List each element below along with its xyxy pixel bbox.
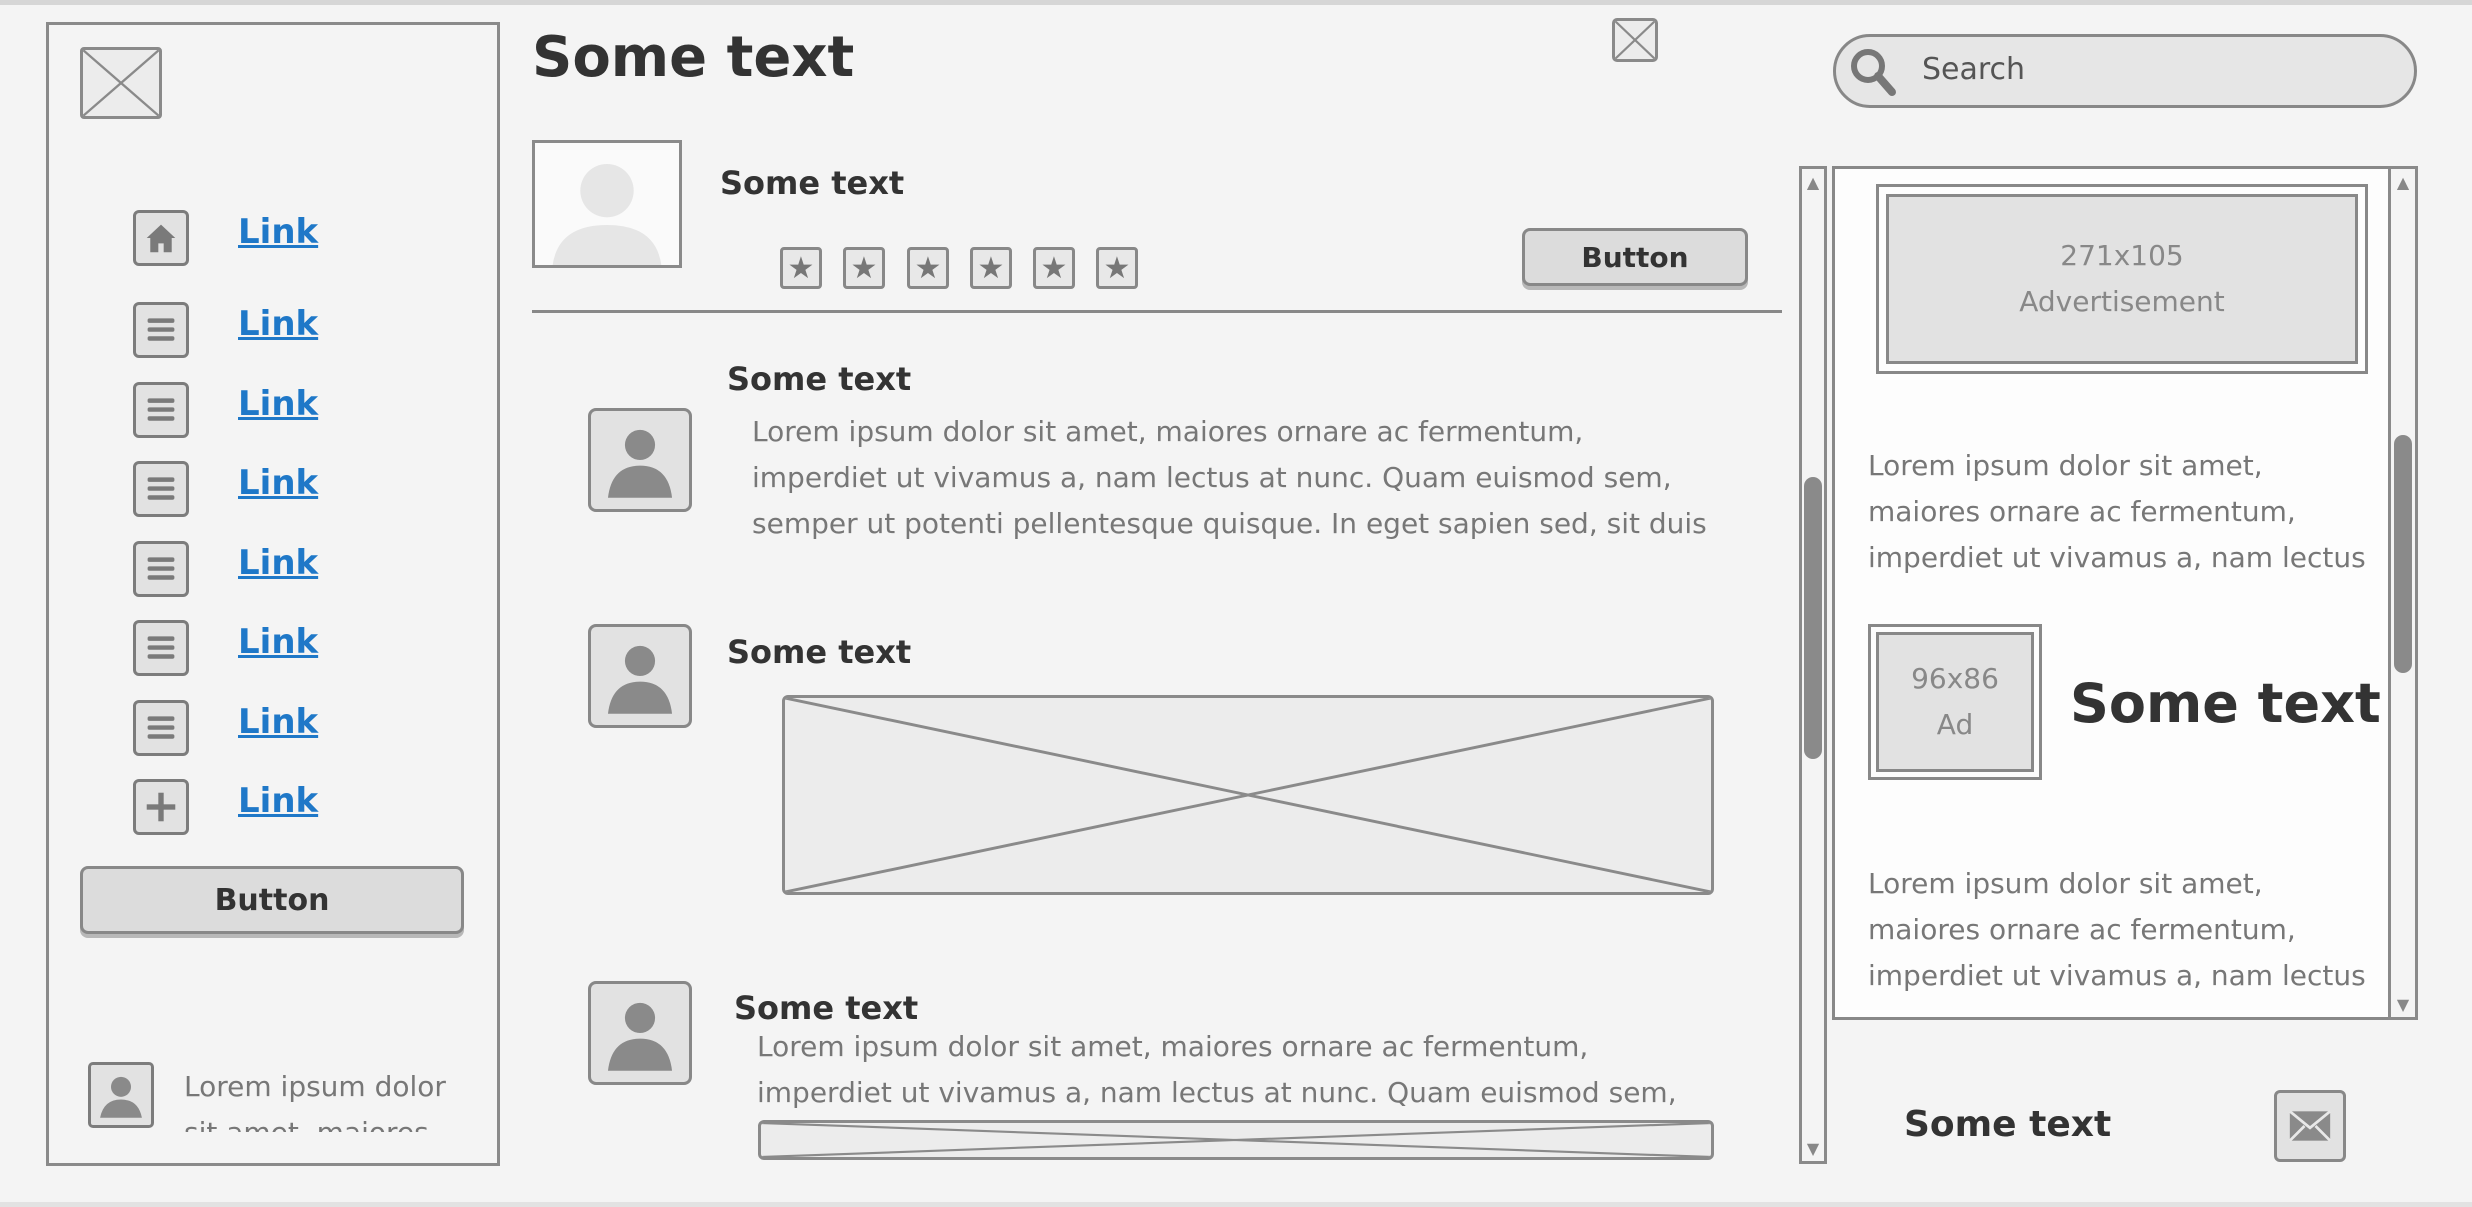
user-avatar-icon[interactable] (588, 624, 692, 728)
sidebar-link-6[interactable]: Link (238, 622, 318, 662)
user-avatar-icon (88, 1062, 154, 1128)
list-icon[interactable] (133, 700, 189, 756)
feed-item-title: Some text (727, 633, 912, 671)
user-avatar-icon[interactable] (588, 408, 692, 512)
feed-item-body: Lorem ipsum dolor sit amet, maiores orna… (752, 415, 1707, 540)
image-placeholder (758, 1120, 1714, 1160)
panel-text: Lorem ipsum dolor sit amet, maiores orna… (1868, 449, 2366, 574)
feed-item-title: Some text (734, 989, 919, 1027)
scroll-up-icon[interactable]: ▲ (2391, 169, 2415, 195)
star-icon[interactable]: ★ (907, 247, 949, 289)
image-placeholder (782, 695, 1714, 895)
sidebar-link-5[interactable]: Link (238, 543, 318, 583)
advertisement[interactable]: 271x105 Advertisement (1886, 194, 2358, 364)
panel-scrollbar[interactable]: ▲ ▼ (2388, 166, 2418, 1020)
search-input[interactable] (1833, 34, 2417, 108)
sidebar (46, 22, 500, 1166)
sidebar-link-7[interactable]: Link (238, 702, 318, 742)
scrollbar-thumb[interactable] (2394, 435, 2412, 673)
panel-heading: Some text (2070, 672, 2381, 735)
main-scrollbar[interactable]: ▲ ▼ (1799, 166, 1827, 1164)
sidebar-link-8[interactable]: Link (238, 781, 318, 821)
sidebar-link-3[interactable]: Link (238, 384, 318, 424)
scroll-up-icon[interactable]: ▲ (1802, 169, 1824, 195)
scrollbar-thumb[interactable] (1804, 477, 1822, 759)
star-icon[interactable]: ★ (780, 247, 822, 289)
small-advertisement[interactable]: 96x86 Ad (1876, 632, 2034, 772)
feed-item-title: Some text (727, 360, 912, 398)
footer-text: Some text (1904, 1104, 2112, 1145)
star-icon[interactable]: ★ (1033, 247, 1075, 289)
ad-size: 96x86 (1911, 662, 1999, 695)
list-icon[interactable] (133, 382, 189, 438)
page-title: Some text (532, 25, 855, 90)
sidebar-link-2[interactable]: Link (238, 304, 318, 344)
profile-photo (532, 140, 682, 268)
mail-icon[interactable] (2274, 1090, 2346, 1162)
ad-label: Advertisement (2019, 285, 2225, 318)
bottom-border (0, 1202, 2472, 1207)
star-icon[interactable]: ★ (970, 247, 1012, 289)
ad-label: Ad (1936, 708, 1974, 741)
logo-image[interactable] (80, 47, 162, 119)
list-icon[interactable] (133, 541, 189, 597)
search-icon[interactable] (1846, 44, 1900, 100)
panel-text: Lorem ipsum dolor sit amet, maiores orna… (1868, 867, 2366, 992)
sidebar-footer-text: Lorem ipsum dolor sit amet, maiores orna… (184, 1070, 446, 1132)
close-icon[interactable] (1612, 18, 1658, 62)
list-icon[interactable] (133, 620, 189, 676)
sidebar-button[interactable]: Button (80, 866, 464, 934)
top-border (0, 0, 2472, 5)
sidebar-link-4[interactable]: Link (238, 463, 318, 503)
star-icon[interactable]: ★ (843, 247, 885, 289)
plus-icon[interactable] (133, 779, 189, 835)
profile-name: Some text (720, 164, 905, 202)
list-icon[interactable] (133, 461, 189, 517)
profile-button[interactable]: Button (1522, 228, 1748, 286)
ad-size: 271x105 (2060, 239, 2184, 272)
sidebar-link-1[interactable]: Link (238, 212, 318, 252)
feed-item-body: Lorem ipsum dolor sit amet, maiores orna… (757, 1030, 1677, 1109)
divider (532, 310, 1782, 313)
scroll-down-icon[interactable]: ▼ (1802, 1135, 1824, 1161)
star-icon[interactable]: ★ (1096, 247, 1138, 289)
user-avatar-icon[interactable] (588, 981, 692, 1085)
list-icon[interactable] (133, 302, 189, 358)
scroll-down-icon[interactable]: ▼ (2391, 991, 2415, 1017)
home-icon[interactable] (133, 210, 189, 266)
search-placeholder: Search (1922, 52, 2026, 87)
